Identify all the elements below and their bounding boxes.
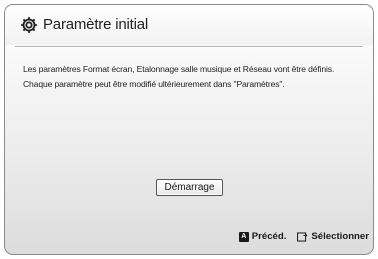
select-button[interactable]: Sélectionner [297,231,369,242]
select-label: Sélectionner [311,231,369,242]
enter-icon [297,231,308,242]
a-key-icon: A [238,231,249,242]
start-button[interactable]: Démarrage [156,179,223,196]
previous-button[interactable]: A Précéd. [238,231,287,242]
setup-dialog: Paramètre initial Les paramètres Format … [4,4,374,255]
dialog-description: Les paramètres Format écran, Etalonnage … [23,62,361,92]
gear-icon [21,17,37,33]
description-line: Chaque paramètre peut être modifié ultér… [23,79,285,89]
footer-hints: A Précéd. Sélectionner [238,231,369,242]
header-divider [15,46,363,48]
previous-label: Précéd. [251,231,287,242]
dialog-title: Paramètre initial [43,16,148,33]
dialog-header: Paramètre initial [5,5,373,45]
description-line: Les paramètres Format écran, Etalonnage … [23,64,335,74]
